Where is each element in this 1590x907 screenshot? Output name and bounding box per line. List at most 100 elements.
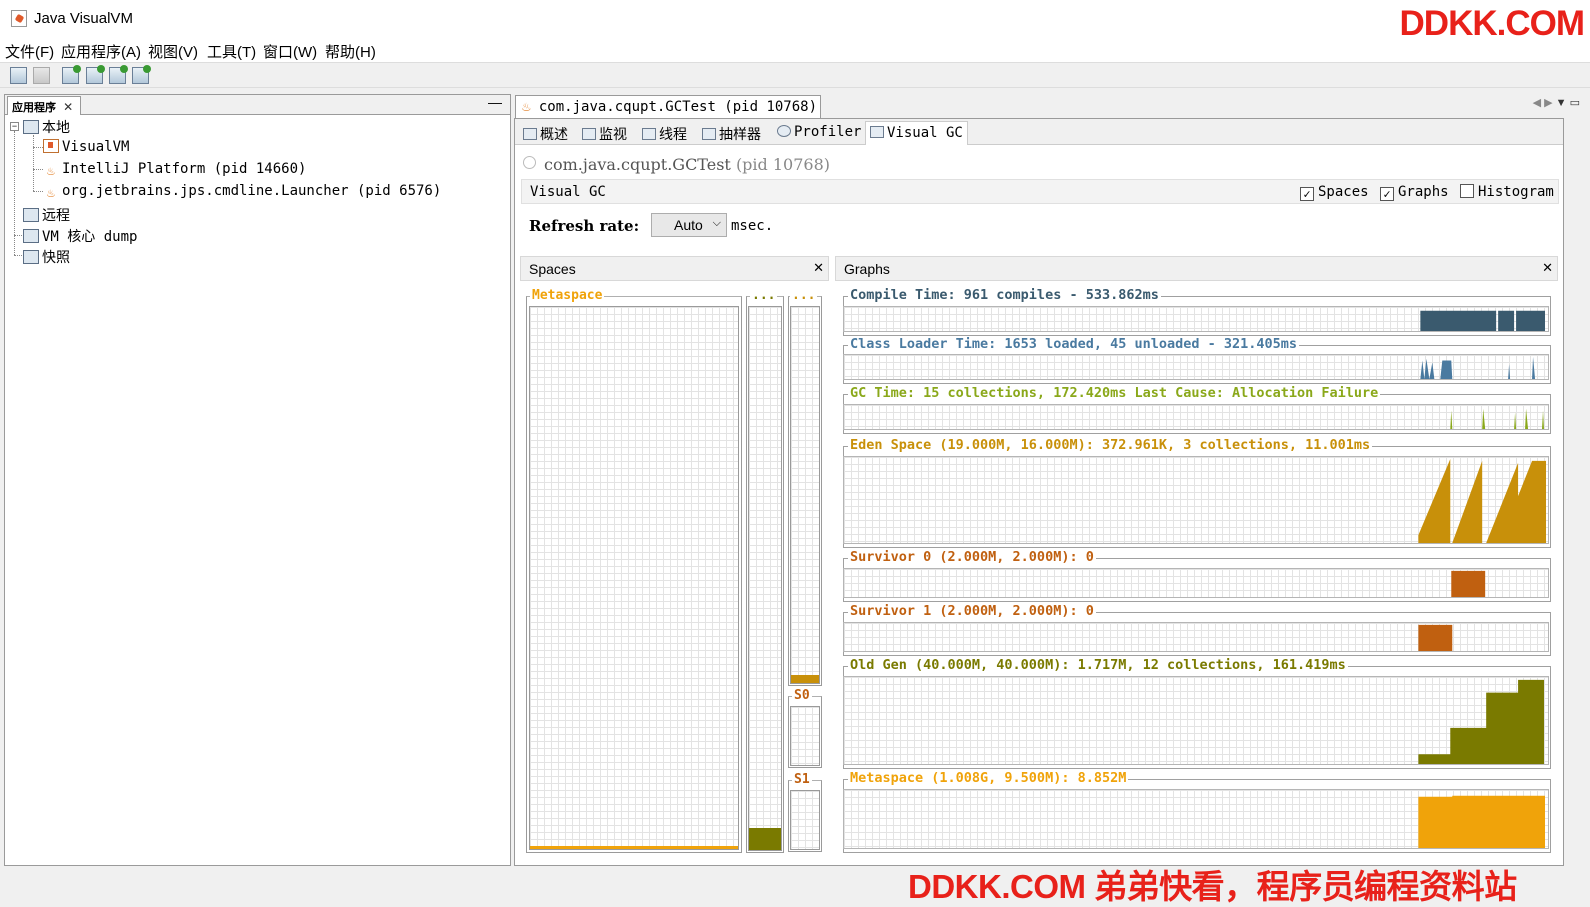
- close-icon[interactable]: ✕: [63, 100, 73, 114]
- applications-tab-label: 应用程序: [12, 102, 56, 114]
- spaces-checkbox[interactable]: ✓ Spaces: [1300, 184, 1369, 201]
- eden-fill: [791, 675, 819, 683]
- visual-gc-label: Visual GC: [530, 184, 606, 200]
- minimize-icon[interactable]: —: [488, 94, 502, 110]
- snapshot-icon: [23, 250, 39, 264]
- menu-bar: 文件(F) 应用程序(A) 视图(V) 工具(T) 窗口(W) 帮助(H): [0, 38, 1590, 62]
- visual-gc-icon: [870, 126, 884, 138]
- class-loader-time-graph: [843, 354, 1549, 380]
- eden-label: ...: [790, 288, 818, 303]
- old-gen-trace: [1418, 679, 1545, 764]
- tab-navigation: ◀ ▶ ▼ ▭: [1533, 96, 1580, 109]
- document-tab[interactable]: ♨ com.java.cqupt.GCTest (pid 10768) ✕: [515, 95, 821, 130]
- tab-monitor[interactable]: 监视: [578, 121, 631, 145]
- graphs-pane-header: Graphs ✕: [835, 256, 1558, 281]
- window-title: Java VisualVM: [34, 10, 133, 27]
- save-icon: [33, 67, 50, 84]
- menu-application[interactable]: 应用程序(A): [61, 41, 141, 62]
- add-core-dump-icon[interactable]: [109, 65, 128, 84]
- tab-visual-gc[interactable]: Visual GC: [865, 121, 968, 145]
- class-loader-time-graph-title: Class Loader Time: 1653 loaded, 45 unloa…: [848, 336, 1300, 352]
- menu-view[interactable]: 视图(V): [148, 41, 198, 62]
- applications-tab[interactable]: 应用程序 ✕: [7, 96, 81, 115]
- graphs-checkbox[interactable]: ✓ Graphs: [1380, 184, 1449, 201]
- core-dump-icon: [23, 229, 39, 243]
- gc-time-graph-title: GC Time: 15 collections, 172.420ms Last …: [848, 385, 1381, 401]
- old-gen-fill: [749, 828, 781, 850]
- s0-label: S0: [792, 688, 812, 703]
- remote-hosts-icon: [23, 208, 39, 222]
- java-process-icon: ♨: [47, 186, 55, 201]
- menu-tools[interactable]: 工具(T): [207, 41, 256, 62]
- survivor-0-trace: [1451, 570, 1486, 597]
- process-title: com.java.cqupt.GCTest (pid 10768): [523, 155, 830, 174]
- view-subtabs: 概述 监视 线程 抽样器 Profiler Visual GC: [515, 119, 1563, 145]
- applications-panel: 应用程序 ✕ — − 本地 VisualVM ♨ IntelliJ Platfor…: [4, 94, 511, 866]
- histogram-checkbox[interactable]: Histogram: [1460, 184, 1554, 200]
- tab-sampler[interactable]: 抽样器: [698, 121, 765, 145]
- tree-node-local[interactable]: 本地: [23, 117, 70, 137]
- java-process-icon: ♨: [522, 99, 531, 115]
- graphs-pane-title: Graphs: [844, 261, 890, 277]
- visualvm-icon: [43, 139, 59, 153]
- checkbox-icon: ✓: [1300, 187, 1314, 201]
- tree-node-launcher[interactable]: ♨ org.jetbrains.jps.cmdline.Launcher (pid…: [43, 183, 441, 203]
- add-remote-host-icon[interactable]: [86, 65, 105, 84]
- tab-profiler[interactable]: Profiler: [773, 121, 865, 145]
- profiler-icon: [777, 125, 791, 137]
- chevron-down-icon: ⌵: [712, 217, 721, 229]
- tab-threads[interactable]: 线程: [638, 121, 691, 145]
- eden-grid: [790, 306, 820, 684]
- computer-icon: [23, 120, 39, 134]
- survivor-0-graph-title: Survivor 0 (2.000M, 2.000M): 0: [848, 549, 1096, 565]
- compile-time-graph: [843, 306, 1549, 332]
- visual-gc-header: Visual GC ✓ Spaces ✓ Graphs Histogram: [521, 179, 1559, 204]
- scroll-left-icon[interactable]: ◀: [1533, 97, 1541, 109]
- load-snapshot-icon[interactable]: [10, 67, 27, 84]
- tree-node-intellij[interactable]: ♨ IntelliJ Platform (pid 14660): [43, 161, 306, 181]
- old-gen-grid: [748, 306, 782, 851]
- overview-icon: [523, 128, 537, 140]
- applications-tabstrip: 应用程序 ✕ —: [5, 94, 510, 115]
- menu-file[interactable]: 文件(F): [5, 41, 54, 62]
- checkbox-icon: [1460, 184, 1474, 198]
- compile-time-graph-title: Compile Time: 961 compiles - 533.862ms: [848, 287, 1161, 303]
- process-status-icon: [523, 156, 536, 169]
- metaspace-graph-title: Metaspace (1.008G, 9.500M): 8.852M: [848, 770, 1129, 786]
- maximize-icon[interactable]: ▭: [1570, 97, 1580, 109]
- s0-grid: [790, 706, 820, 766]
- dropdown-icon[interactable]: ▼: [1556, 97, 1567, 109]
- collapse-local-toggle[interactable]: −: [10, 122, 19, 131]
- s1-label: S1: [792, 772, 812, 787]
- document-tab-label: com.java.cqupt.GCTest (pid 10768): [538, 99, 818, 115]
- metaspace-fill: [530, 846, 738, 849]
- metaspace-trace: [1418, 795, 1546, 848]
- survivor-1-graph-title: Survivor 1 (2.000M, 2.000M): 0: [848, 603, 1096, 619]
- tree-node-vm-dump[interactable]: VM 核心 dump: [23, 226, 137, 246]
- refresh-rate-unit: msec.: [731, 218, 774, 234]
- add-snapshot-icon[interactable]: [132, 65, 151, 84]
- refresh-rate-label: Refresh rate:: [529, 217, 640, 235]
- tree-node-remote[interactable]: 远程: [23, 205, 70, 225]
- tree-node-snapshots[interactable]: 快照: [23, 247, 70, 267]
- metaspace-label: Metaspace: [530, 288, 605, 303]
- close-icon[interactable]: ✕: [1542, 260, 1553, 276]
- eden-space-graph-title: Eden Space (19.000M, 16.000M): 372.961K,…: [848, 437, 1373, 453]
- eden-space-trace: [1418, 458, 1547, 543]
- menu-window[interactable]: 窗口(W): [263, 41, 317, 62]
- close-icon[interactable]: ✕: [813, 260, 824, 276]
- scroll-right-icon[interactable]: ▶: [1544, 97, 1552, 109]
- refresh-rate-select[interactable]: Auto ⌵: [651, 213, 727, 237]
- menu-help[interactable]: 帮助(H): [325, 41, 376, 62]
- survivor-1-trace: [1418, 624, 1453, 651]
- checkbox-icon: ✓: [1380, 187, 1394, 201]
- eden-space-graph: [843, 456, 1549, 544]
- tab-overview[interactable]: 概述: [519, 121, 572, 145]
- sampler-icon: [702, 128, 716, 140]
- tree-node-visualvm[interactable]: VisualVM: [43, 139, 129, 159]
- gc-time-graph: [843, 404, 1549, 430]
- spaces-pane-title: Spaces: [529, 261, 576, 277]
- old-gen-graph: [843, 676, 1549, 765]
- survivor-1-graph: [843, 622, 1549, 652]
- add-jmx-connection-icon[interactable]: [62, 65, 81, 84]
